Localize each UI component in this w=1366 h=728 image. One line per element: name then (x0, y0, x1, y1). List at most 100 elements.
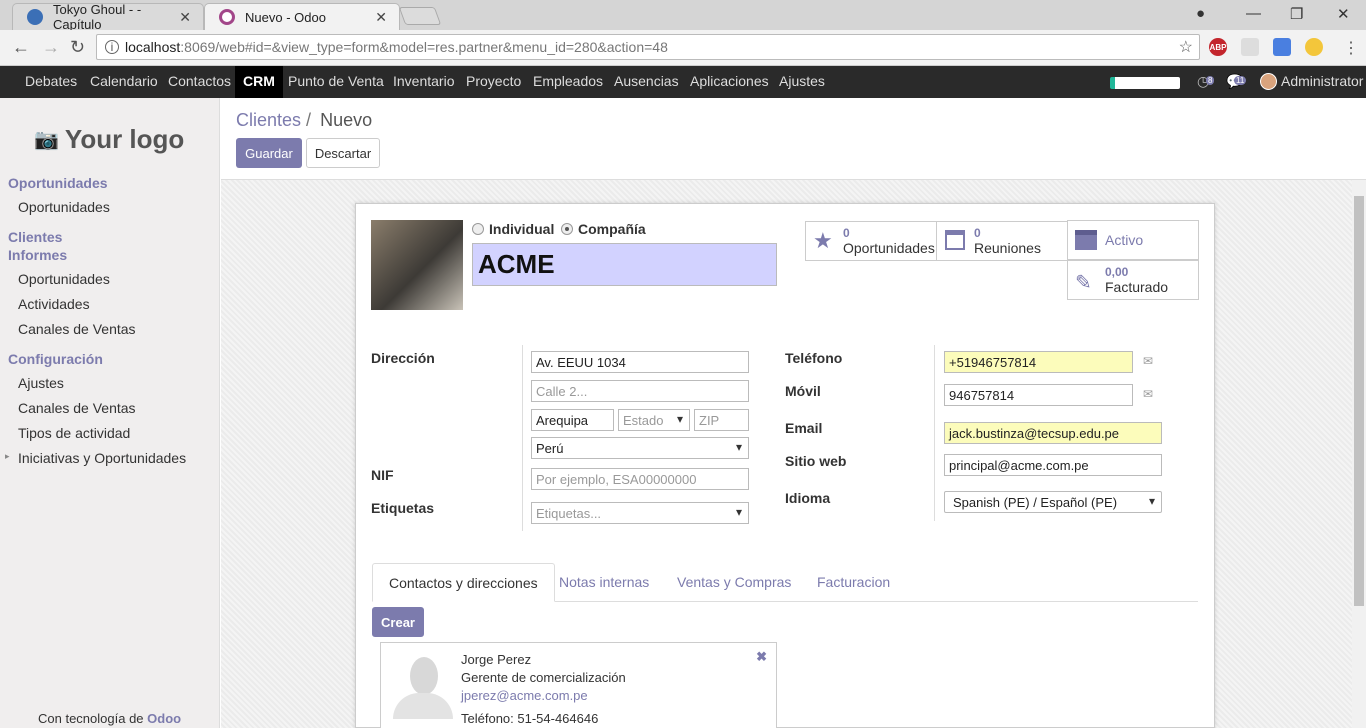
translate-icon[interactable] (1273, 38, 1291, 56)
tmo-favicon-icon (27, 9, 43, 25)
street2-input[interactable]: Calle 2... (531, 380, 749, 402)
chrome-menu-icon[interactable]: ⋮ (1343, 38, 1359, 58)
radio-company-label[interactable]: Compañía (578, 221, 646, 237)
close-tab-icon[interactable]: ✕ (375, 9, 387, 26)
browser-tab-tokyo-ghoul[interactable]: Tokyo Ghoul - - Capítulo ✕ (12, 2, 204, 32)
tab-ventas-compras[interactable]: Ventas y Compras (661, 563, 807, 601)
stat-oportunidades-button[interactable]: ★ 0 Oportunidades (805, 221, 937, 261)
breadcrumb-separator: / (306, 110, 312, 130)
forward-arrow-icon[interactable]: → (42, 37, 60, 58)
phone-input[interactable]: +51946757814 (944, 351, 1133, 373)
mobile-input[interactable]: 946757814 (944, 384, 1133, 406)
city-input[interactable]: Arequipa (531, 409, 614, 431)
sidebar-item-tipos-actividad[interactable]: Tipos de actividad (18, 425, 130, 441)
avatar-head-icon (410, 657, 438, 695)
tags-select[interactable]: Etiquetas... (531, 502, 749, 524)
zip-input[interactable]: ZIP (694, 409, 749, 431)
user-avatar[interactable] (1260, 73, 1277, 90)
partner-image[interactable] (371, 220, 463, 310)
radio-company[interactable] (561, 223, 573, 235)
stat-reuniones-button[interactable]: 0 Reuniones (936, 221, 1068, 261)
url-host: localhost (125, 39, 181, 55)
menu-empleados[interactable]: Empleados (525, 66, 611, 98)
close-window-icon[interactable]: ✕ (1337, 5, 1350, 23)
menu-ausencias[interactable]: Ausencias (606, 66, 687, 98)
sidebar-heading-oportunidades[interactable]: Oportunidades (8, 175, 108, 191)
new-tab-button[interactable] (398, 7, 442, 25)
company-name-input[interactable]: ACME (472, 243, 777, 286)
stat-number: 0,00 (1105, 265, 1129, 279)
menu-punto-de-venta[interactable]: Punto de Venta (280, 66, 392, 98)
maximize-icon[interactable]: ❐ (1290, 5, 1303, 23)
close-tab-icon[interactable]: ✕ (179, 9, 191, 26)
sms-envelope-icon[interactable]: ✉ (1143, 387, 1153, 401)
discard-button[interactable]: Descartar (306, 138, 380, 168)
label-mobile: Móvil (785, 383, 821, 399)
state-select[interactable]: Estado (618, 409, 690, 431)
pencil-square-icon: ✎ (1075, 272, 1092, 294)
sidebar-item-informes-oportunidades[interactable]: Oportunidades (18, 271, 110, 287)
menu-aplicaciones[interactable]: Aplicaciones (682, 66, 777, 98)
menu-ajustes[interactable]: Ajustes (771, 66, 833, 98)
menu-debates[interactable]: Debates (17, 66, 85, 98)
label-website: Sitio web (785, 453, 847, 469)
contact-avatar (393, 657, 453, 719)
minimize-icon[interactable]: — (1246, 5, 1261, 22)
user-menu[interactable]: Administrator (1281, 73, 1363, 89)
python-icon[interactable] (1305, 38, 1323, 56)
stat-facturado-button[interactable]: ✎ 0,00 Facturado (1067, 260, 1199, 300)
reload-icon[interactable]: ↻ (70, 37, 85, 58)
radio-individual-label[interactable]: Individual (489, 221, 554, 237)
sms-envelope-icon[interactable]: ✉ (1143, 354, 1153, 368)
extension-icon[interactable] (1241, 38, 1259, 56)
menu-crm[interactable]: CRM (235, 66, 283, 98)
contact-email[interactable]: jperez@acme.com.pe (461, 688, 588, 703)
tab-contactos[interactable]: Contactos y direcciones (372, 563, 555, 602)
breadcrumb-clientes[interactable]: Clientes (236, 110, 301, 130)
website-input[interactable]: principal@acme.com.pe (944, 454, 1162, 476)
breadcrumb-current: Nuevo (320, 110, 373, 130)
odoo-link[interactable]: Odoo (147, 711, 181, 726)
url-bar[interactable]: i localhost :8069/web#id=&view_type=form… (96, 34, 1200, 60)
expand-caret-icon[interactable]: ▸ (5, 451, 10, 462)
radio-individual[interactable] (472, 223, 484, 235)
sidebar-heading-clientes[interactable]: Clientes (8, 229, 62, 245)
menu-contactos[interactable]: Contactos (160, 66, 239, 98)
back-arrow-icon[interactable]: ← (12, 37, 30, 58)
stat-activo-button[interactable]: Activo (1067, 220, 1199, 260)
create-contact-button[interactable]: Crear (372, 607, 424, 637)
menu-inventario[interactable]: Inventario (385, 66, 462, 98)
messages-icon[interactable]: 💬11 (1226, 73, 1250, 89)
sidebar-item-ajustes[interactable]: Ajustes (18, 375, 64, 391)
tab-title: Tokyo Ghoul - - Capítulo (53, 2, 142, 32)
menu-proyecto[interactable]: Proyecto (458, 66, 529, 98)
save-button[interactable]: Guardar (236, 138, 302, 168)
sidebar-item-oportunidades[interactable]: Oportunidades (18, 199, 110, 215)
sidebar-item-config-canales-ventas[interactable]: Canales de Ventas (18, 400, 136, 416)
contact-card[interactable]: ✖ Jorge Perez Gerente de comercializació… (380, 642, 777, 728)
activity-clock-icon[interactable]: ◷ 8 (1197, 73, 1215, 89)
profile-icon[interactable]: ● (1196, 5, 1205, 22)
menu-calendario[interactable]: Calendario (82, 66, 166, 98)
language-select[interactable]: Spanish (PE) / Español (PE) (944, 491, 1162, 513)
tab-facturacion[interactable]: Facturacion (801, 563, 906, 601)
sidebar-item-iniciativas[interactable]: Iniciativas y Oportunidades (18, 450, 186, 466)
sidebar-item-actividades[interactable]: Actividades (18, 296, 90, 312)
label-nif: NIF (371, 467, 394, 483)
email-input[interactable]: jack.bustinza@tecsup.edu.pe (944, 422, 1162, 444)
label-address: Dirección (371, 350, 435, 366)
browser-tab-odoo[interactable]: Nuevo - Odoo ✕ (204, 3, 400, 30)
contact-remove-icon[interactable]: ✖ (756, 649, 767, 665)
street-input[interactable]: Av. EEUU 1034 (531, 351, 749, 373)
bookmark-star-icon[interactable]: ☆ (1179, 37, 1193, 57)
scrollbar-thumb[interactable] (1354, 196, 1364, 606)
adblock-icon[interactable]: ABP (1209, 38, 1227, 56)
nif-input[interactable]: Por ejemplo, ESA00000000 (531, 468, 749, 490)
company-logo[interactable]: 📷 Your logo (34, 124, 184, 155)
country-select[interactable]: Perú (531, 437, 749, 459)
sidebar-item-canales-ventas[interactable]: Canales de Ventas (18, 321, 136, 337)
tab-notas-internas[interactable]: Notas internas (543, 563, 665, 601)
sidebar-heading-configuracion[interactable]: Configuración (8, 351, 103, 367)
powered-by: Con tecnología de Odoo (38, 711, 181, 726)
sidebar-heading-informes[interactable]: Informes (8, 247, 67, 263)
